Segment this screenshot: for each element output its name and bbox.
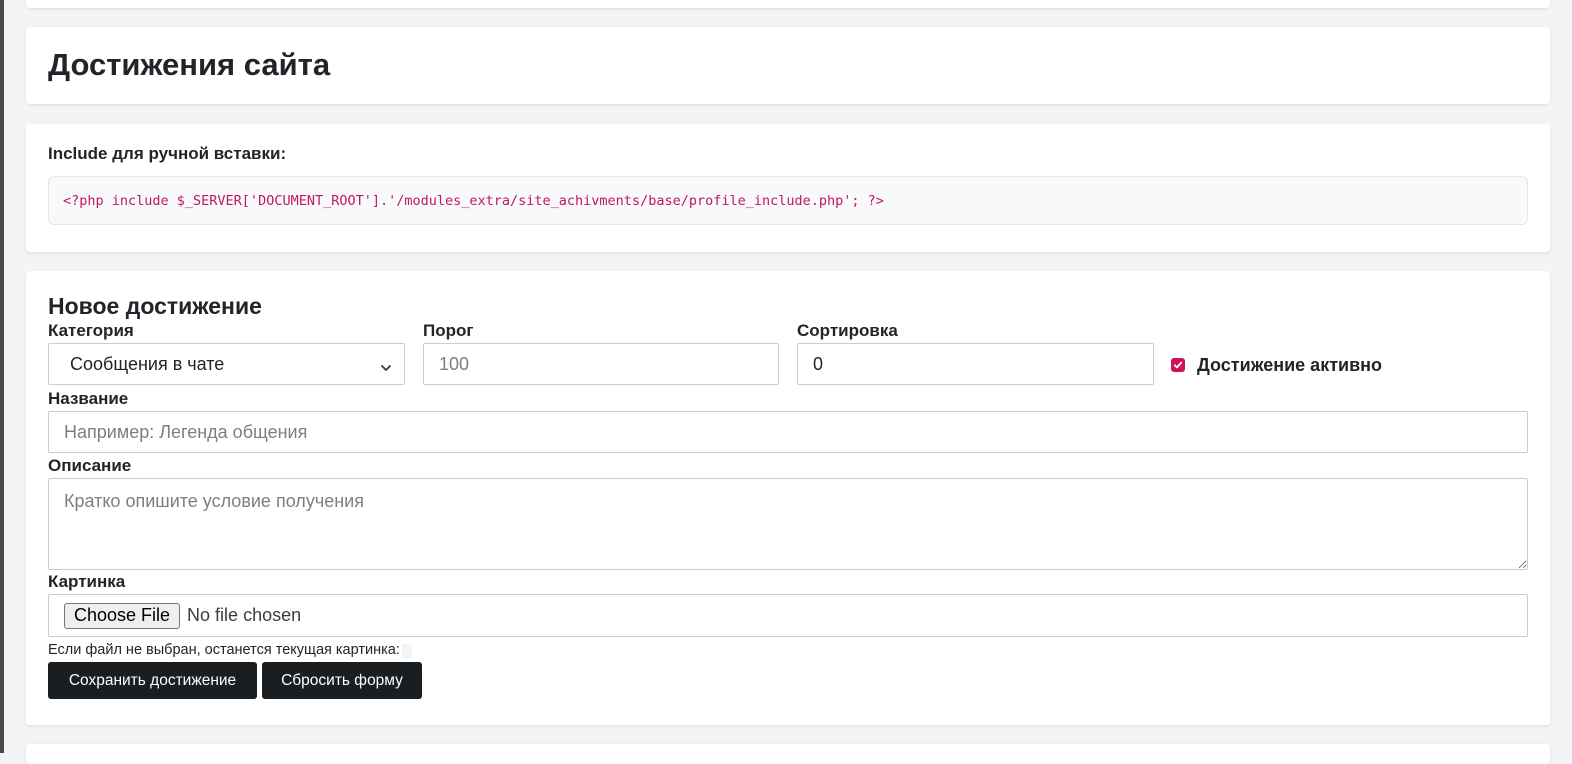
threshold-input[interactable] [423, 343, 779, 385]
image-label: Картинка [48, 572, 126, 591]
active-checkbox[interactable] [1171, 358, 1185, 372]
window-left-edge [0, 0, 4, 753]
checkmark-icon [1173, 361, 1183, 369]
active-checkbox-label[interactable]: Достижение активно [1197, 355, 1382, 376]
threshold-label: Порог [423, 321, 474, 340]
image-hint-text: Если файл не выбран, останется текущая к… [48, 642, 400, 658]
sort-input[interactable] [797, 343, 1154, 385]
description-label: Описание [48, 456, 132, 475]
header-card: Достижения сайта [26, 27, 1550, 104]
category-selected-value: Сообщения в чате [70, 353, 225, 374]
choose-file-button[interactable]: Choose File [64, 602, 181, 629]
current-image-preview [401, 643, 412, 658]
include-code-block[interactable]: <?php include $_SERVER['DOCUMENT_ROOT'].… [48, 176, 1528, 225]
file-status: No file chosen [187, 605, 302, 625]
chevron-down-icon [380, 358, 392, 371]
name-input[interactable] [48, 411, 1528, 453]
category-label: Категория [48, 321, 134, 340]
previous-card [26, 0, 1550, 8]
form-title: Новое достижение [48, 293, 262, 319]
save-achievement-button[interactable]: Сохранить достижение [48, 662, 257, 699]
sort-label: Сортировка [797, 321, 898, 340]
active-checkbox-group: Достижение активно [1171, 355, 1382, 375]
image-file-input[interactable]: Choose File No file chosen [48, 594, 1528, 637]
page-title: Достижения сайта [48, 47, 331, 82]
include-card: Include для ручной вставки: <?php includ… [26, 124, 1550, 252]
category-select[interactable]: Сообщения в чате [48, 343, 405, 385]
reset-form-button[interactable]: Сбросить форму [262, 662, 422, 699]
name-label: Название [48, 389, 129, 408]
description-textarea[interactable] [48, 478, 1528, 570]
next-card [26, 744, 1550, 764]
image-hint: Если файл не выбран, останется текущая к… [48, 642, 412, 659]
include-code-text[interactable]: <?php include $_SERVER['DOCUMENT_ROOT'].… [63, 193, 884, 209]
include-label: Include для ручной вставки: [48, 144, 287, 163]
new-achievement-form: Новое достижение Категория Сообщения в ч… [26, 271, 1550, 725]
